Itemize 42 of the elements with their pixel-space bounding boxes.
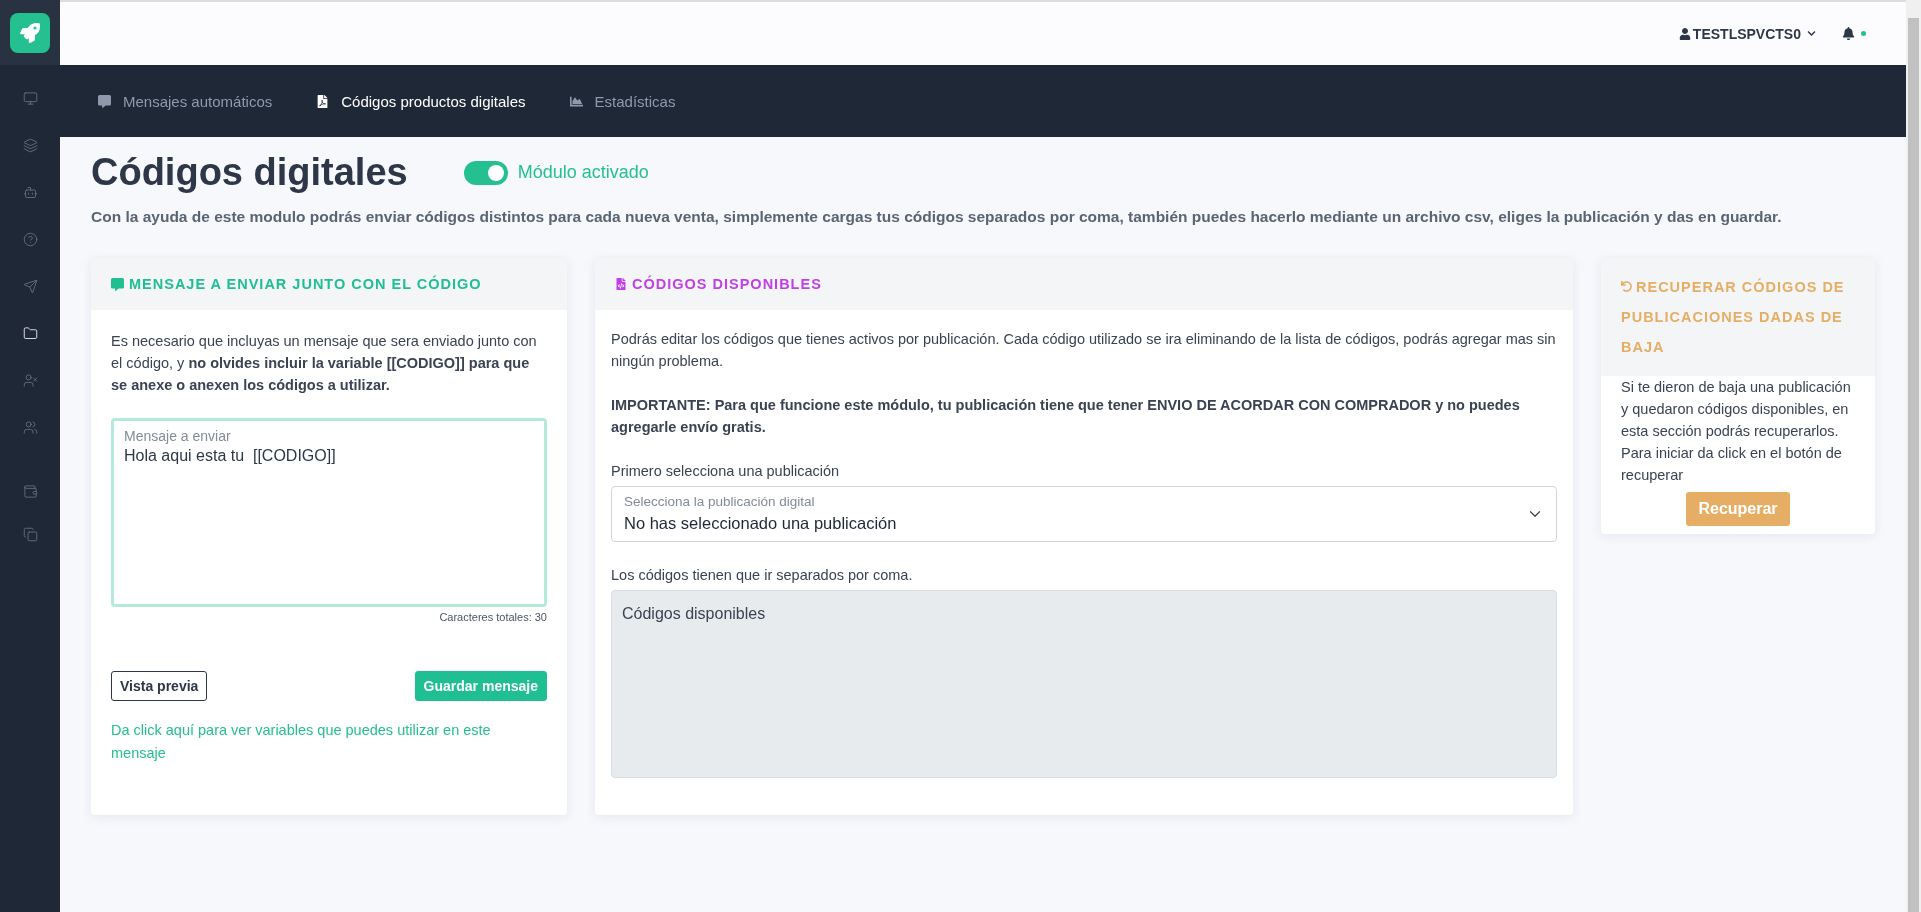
area-chart-icon (569, 94, 583, 108)
code-file-icon (615, 278, 627, 290)
documents-icon[interactable] (22, 527, 38, 542)
toggle-switch[interactable] (463, 160, 508, 185)
page-description: Con la ayuda de este modulo podrás enviar códigos distintos para cada nueva venta, simplemente cargas tus códigos separados por coma, también puedes hacerlo mediante un archivo csv, eliges la publicación y das en guardar. (91, 208, 1783, 226)
card-title: MENSAJE A ENVIAR JUNTO CON EL CÓDIGO (129, 275, 482, 293)
intro-text: Podrás editar los códigos que tienes activos por publicación. Cada código utilizado se ira eliminando de la lista de códigos, podrás agregar mas sin ningún problema. (611, 330, 1557, 371)
undo-icon (1621, 281, 1632, 292)
paper-plane-icon[interactable] (22, 279, 38, 294)
message-field[interactable]: Mensaje a enviar Hola aqui esta tu [[CODIGO]] (111, 418, 547, 607)
wallet-icon[interactable] (22, 484, 38, 499)
speech-bubble-icon (98, 94, 111, 108)
folder-icon[interactable] (22, 326, 38, 341)
nav-tab[interactable]: Códigos productos digitales (316, 86, 526, 116)
robot-icon[interactable] (22, 185, 38, 200)
character-counter: Caracteres totales: 30 (438, 610, 547, 625)
publication-select[interactable]: Selecciona la publicación digital No has seleccionado una publicación (611, 486, 1557, 542)
document-icon (316, 94, 330, 108)
toggle-label: Módulo activado (517, 162, 649, 183)
preview-button[interactable]: Vista previa (111, 671, 208, 701)
field-label: Los códigos tienen que ir separados por coma. (611, 566, 914, 585)
important-note: IMPORTANTE: Para que funcione este módulo, tu publicación tiene que tener ENVIO DE ACORDAR CON COMPRADOR y no puedes agregarle envío gratis. (611, 396, 1521, 437)
card-title: CÓDIGOS DISPONIBLES (632, 275, 822, 293)
bell-icon[interactable] (1842, 27, 1855, 40)
users-icon[interactable] (22, 420, 38, 435)
page-title: Códigos digitales (91, 151, 408, 194)
nav-tab[interactable]: Estadísticas (569, 86, 676, 116)
chevron-down-icon (1807, 29, 1816, 38)
nav-tab[interactable]: Mensajes automáticos (98, 86, 273, 116)
rocket-logo[interactable] (10, 12, 50, 53)
monitor-icon[interactable] (22, 91, 38, 106)
user-x-icon[interactable] (22, 373, 38, 388)
layers-icon[interactable] (22, 138, 38, 153)
help-icon[interactable] (22, 232, 38, 247)
card-title: RECUPERAR CÓDIGOS DE PUBLICACIONES DADAS DE BAJA (1621, 277, 1846, 357)
intro-text: Es necesario que incluyas un mensaje que sera enviado junto con el código, y no olvides incluir la variable [[CODIGO]] para que se anexe o anexen los códigos a utilizar. (111, 332, 538, 395)
recover-text: Si te dieron de baja una publicación y quedaron códigos disponibles, en esta sección podrás recuperarlos. Para iniciar da click en el botón de recuperar (1621, 378, 1852, 485)
scrollbar[interactable] (1906, 0, 1921, 912)
user-icon (1678, 27, 1691, 40)
speech-bubble-icon (111, 277, 124, 291)
field-label: Primero selecciona una publicación (611, 462, 841, 481)
user-menu[interactable]: TESTLSPVCTS0 (1678, 25, 1816, 42)
